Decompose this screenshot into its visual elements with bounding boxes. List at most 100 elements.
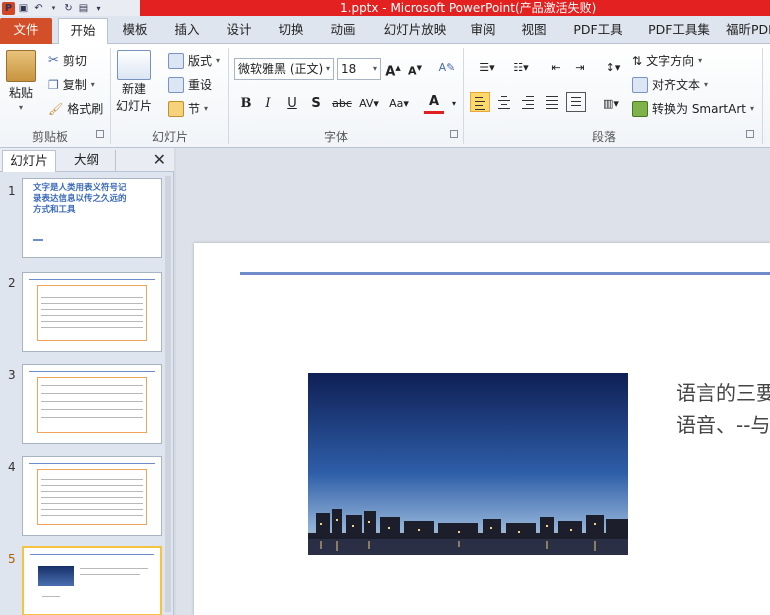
tab-view[interactable]: 视图 (512, 18, 556, 44)
decrease-indent-button[interactable]: ⇤ (546, 58, 566, 78)
font-launcher-icon[interactable] (450, 130, 458, 138)
tab-slides[interactable]: 幻灯片 (2, 150, 56, 172)
paragraph-launcher-icon[interactable] (746, 130, 754, 138)
thumbnail-title: 文字是人类用表义符号记录表达信息以传之久远的方式和工具 (33, 183, 127, 215)
columns-button[interactable]: ▥▾ (598, 94, 624, 114)
reset-button[interactable]: 重设 (168, 76, 212, 93)
strikethrough-button[interactable]: abc (330, 94, 354, 114)
text-direction-icon: ⇅ (632, 53, 643, 68)
paste-button[interactable]: 粘贴 ▾ (6, 50, 36, 112)
title-bar: P ▣ ↶ ▾ ↻ ▤ ▾ 1.pptx - Microsoft PowerPo… (0, 0, 770, 16)
line-spacing-button[interactable]: ↕▾ (600, 58, 626, 78)
slide-number: 2 (8, 276, 16, 290)
bullets-button[interactable]: ☰▾ (472, 58, 502, 78)
paragraph-group-label: 段落 (591, 130, 616, 144)
shrink-font-button[interactable]: A▼ (405, 58, 425, 78)
city-night-photo[interactable] (308, 373, 628, 555)
shadow-button[interactable]: S (306, 94, 326, 114)
tab-outline[interactable]: 大纲 (58, 150, 116, 172)
tab-templates[interactable]: 模板 (112, 18, 158, 44)
undo-icon[interactable]: ↶ (32, 2, 45, 15)
slides-pane: 幻灯片 大纲 ✕ 1 文字是人类用表义符号记录表达信息以传之久远的方式和工具 2… (0, 148, 174, 615)
ribbon: 粘贴 ▾ ✂ 剪切 ❐ 复制 ▾ 🖌 格式刷 剪贴板 新建 幻灯片 版式 ▾ 重… (0, 44, 770, 148)
slide-number: 5 (8, 552, 16, 566)
slide-text-line-2: 语音、--与 (676, 413, 770, 437)
current-slide[interactable]: 语言的三要 语音、--与 (194, 243, 770, 615)
tab-slideshow[interactable]: 幻灯片放映 (374, 18, 456, 44)
section-icon (168, 100, 184, 117)
thumbnail-photo (38, 566, 74, 586)
convert-smartart-button[interactable]: 转换为 SmartArt ▾ (632, 100, 754, 117)
slide-thumbnail-4[interactable] (22, 456, 162, 536)
close-pane-icon[interactable]: ✕ (153, 150, 166, 169)
quick-access-toolbar: P ▣ ↶ ▾ ↻ ▤ ▾ (0, 0, 105, 16)
smartart-icon (632, 100, 648, 117)
tab-home[interactable]: 开始 (58, 18, 108, 44)
redo-icon[interactable]: ↻ (62, 2, 75, 15)
slides-group-label: 幻灯片 (151, 130, 188, 144)
tab-pdf-tools[interactable]: PDF工具 (566, 18, 630, 44)
cut-button[interactable]: ✂ 剪切 (48, 52, 87, 69)
italic-button[interactable]: I (258, 94, 278, 114)
slide-number: 3 (8, 368, 16, 382)
slide-canvas: 语言的三要 语音、--与 (176, 148, 770, 615)
layout-button[interactable]: 版式 ▾ (168, 52, 220, 69)
font-color-dropdown[interactable]: ▾ (444, 94, 464, 114)
new-slide-button[interactable]: 新建 幻灯片 (116, 50, 152, 114)
section-button[interactable]: 节 ▾ (168, 100, 208, 117)
paste-icon (6, 50, 36, 82)
align-left-button[interactable] (470, 92, 490, 112)
slide-text-line-1: 语言的三要 (676, 381, 770, 405)
customize-qat-icon[interactable]: ▾ (92, 2, 105, 15)
increase-indent-button[interactable]: ⇥ (570, 58, 590, 78)
copy-button[interactable]: ❐ 复制 ▾ (48, 76, 95, 93)
slide-thumbnail-2[interactable] (22, 272, 162, 352)
distributed-button[interactable] (566, 92, 586, 112)
text-direction-button[interactable]: ⇅ 文字方向 ▾ (632, 52, 702, 69)
slide-thumbnail-3[interactable] (22, 364, 162, 444)
undo-dropdown-icon[interactable]: ▾ (47, 2, 60, 15)
open-icon[interactable]: ▤ (77, 2, 90, 15)
tab-file[interactable]: 文件 (0, 18, 52, 44)
copy-icon: ❐ (48, 77, 59, 92)
underline-button[interactable]: U (282, 94, 302, 114)
clipboard-launcher-icon[interactable] (96, 130, 104, 138)
window-title: 1.pptx - Microsoft PowerPoint(产品激活失败) (340, 1, 597, 15)
scissors-icon: ✂ (48, 53, 59, 68)
slide-thumbnail-5[interactable] (22, 546, 162, 615)
clipboard-group-label: 剪贴板 (31, 130, 68, 144)
tab-animations[interactable]: 动画 (320, 18, 366, 44)
font-name-dropdown[interactable]: 微软雅黑 (正文) ▾ (234, 58, 334, 80)
font-color-button[interactable]: A (424, 92, 444, 114)
new-slide-icon (117, 50, 151, 80)
character-spacing-button[interactable]: AV▾ (356, 94, 382, 114)
align-text-button[interactable]: 对齐文本 ▾ (632, 76, 708, 93)
save-icon[interactable]: ▣ (17, 2, 30, 15)
align-text-icon (632, 76, 648, 93)
slide-number: 4 (8, 460, 16, 474)
grow-font-button[interactable]: A▲ (383, 58, 403, 79)
format-painter-button[interactable]: 🖌 格式刷 (48, 100, 103, 117)
align-center-button[interactable] (494, 92, 514, 112)
justify-button[interactable] (542, 92, 562, 112)
change-case-button[interactable]: Aa▾ (386, 94, 412, 114)
slide-thumbnail-1[interactable]: 文字是人类用表义符号记录表达信息以传之久远的方式和工具 (22, 178, 162, 258)
tab-insert[interactable]: 插入 (164, 18, 210, 44)
clear-formatting-button[interactable]: A✎ (437, 58, 457, 78)
powerpoint-logo-icon[interactable]: P (2, 1, 15, 15)
ribbon-tabs: 文件 开始 模板 插入 设计 切换 动画 幻灯片放映 审阅 视图 PDF工具 P… (0, 16, 770, 44)
tab-foxit-pdf[interactable]: 福昕PDF (726, 18, 770, 44)
pane-scrollbar[interactable] (165, 176, 171, 612)
tab-pdf-toolset[interactable]: PDF工具集 (640, 18, 718, 44)
bold-button[interactable]: B (236, 94, 256, 114)
tab-review[interactable]: 审阅 (462, 18, 504, 44)
slide-number: 1 (8, 184, 16, 198)
pane-tabs: 幻灯片 大纲 ✕ (0, 148, 174, 172)
slide-header-line (240, 272, 770, 275)
numbering-button[interactable]: ☷▾ (506, 58, 536, 78)
tab-design[interactable]: 设计 (216, 18, 262, 44)
align-right-button[interactable] (518, 92, 538, 112)
slide-body-text[interactable]: 语言的三要 语音、--与 (676, 377, 770, 441)
font-size-dropdown[interactable]: 18 ▾ (337, 58, 381, 80)
tab-transitions[interactable]: 切换 (268, 18, 314, 44)
